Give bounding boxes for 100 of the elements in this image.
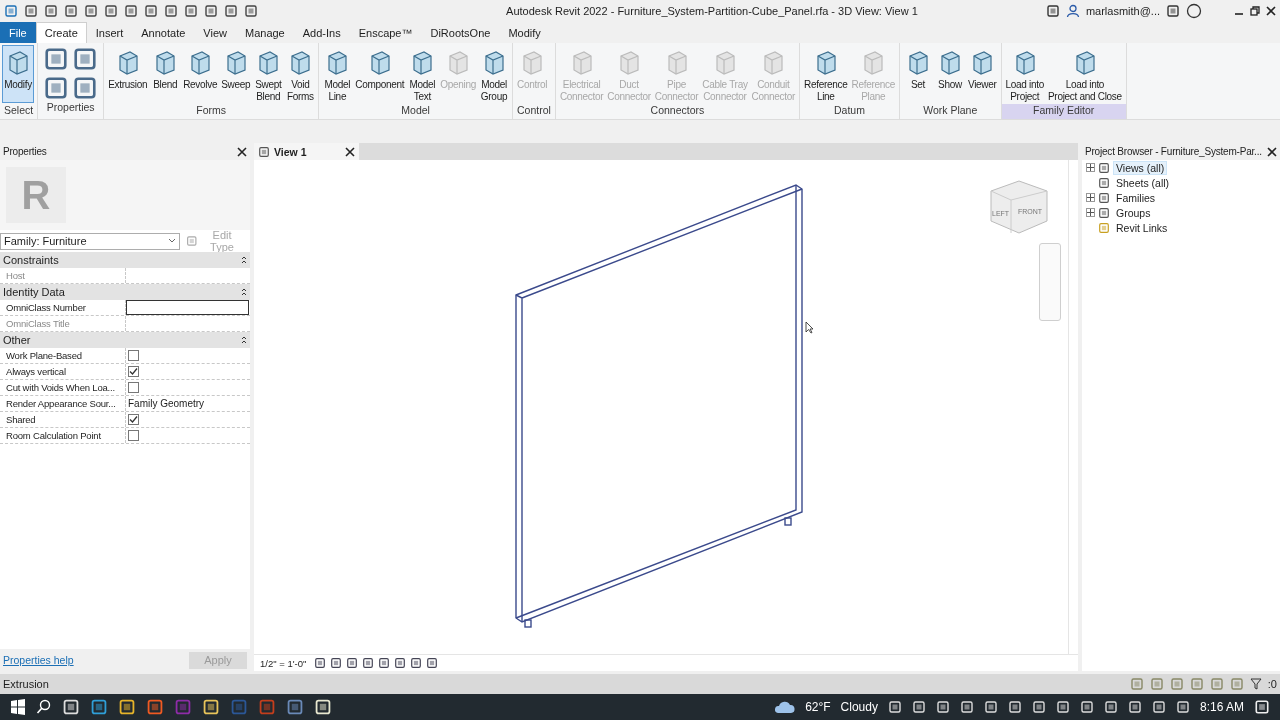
ribbon-button[interactable]: Load into Project and Close <box>1046 45 1124 103</box>
view-control-icon[interactable] <box>426 657 439 669</box>
view-control-icon[interactable] <box>346 657 359 669</box>
toolbar-icon[interactable] <box>124 4 138 18</box>
view-control-icon[interactable] <box>362 657 375 669</box>
tree-item[interactable]: Groups <box>1113 205 1154 220</box>
expand-icon[interactable] <box>1086 193 1095 202</box>
ribbon-button[interactable]: Modify <box>2 45 34 103</box>
checkbox[interactable] <box>128 414 139 425</box>
tray-icon[interactable] <box>911 700 926 714</box>
ribbon-tab[interactable]: Create <box>35 22 87 43</box>
taskbar-app-icon[interactable] <box>90 698 108 716</box>
view-control-icon[interactable] <box>330 657 343 669</box>
ribbon-tab[interactable]: DiRootsOne <box>421 22 500 43</box>
ribbon-button[interactable]: Model Group <box>478 45 510 103</box>
section-header[interactable]: Constraints <box>3 254 59 266</box>
close-icon[interactable] <box>237 146 247 157</box>
tray-icon[interactable] <box>935 700 950 714</box>
tray-icon[interactable] <box>1079 700 1094 714</box>
toolbar-icon[interactable] <box>144 4 158 18</box>
tree-item[interactable]: Sheets (all) <box>1113 175 1173 190</box>
collapse-icon[interactable] <box>241 336 247 344</box>
view-control-icon[interactable] <box>378 657 391 669</box>
windows-icon[interactable] <box>10 699 26 715</box>
view-control-icon[interactable] <box>410 657 423 669</box>
tray-icon[interactable] <box>1103 700 1118 714</box>
ribbon-tab[interactable]: Enscape™ <box>349 22 422 43</box>
tree-item[interactable]: Families <box>1113 190 1159 205</box>
tray-icon[interactable] <box>1151 700 1166 714</box>
ribbon-button[interactable]: Show <box>933 45 966 103</box>
checkbox[interactable] <box>128 382 139 393</box>
tray-icon[interactable] <box>887 700 902 714</box>
toolbar-icon[interactable] <box>72 46 99 72</box>
app-icon[interactable] <box>4 4 18 18</box>
ribbon-tab[interactable]: Add-Ins <box>293 22 350 43</box>
view-control-icon[interactable] <box>394 657 407 669</box>
close-icon[interactable] <box>1267 146 1277 157</box>
checkbox[interactable] <box>128 366 139 377</box>
ribbon-button[interactable]: Component <box>353 45 407 103</box>
toolbar-icon[interactable] <box>84 4 98 18</box>
tray-icon[interactable] <box>1175 700 1190 714</box>
section-header[interactable]: Identity Data <box>3 286 65 298</box>
ribbon-button[interactable]: Model Line <box>321 45 354 103</box>
toolbar-icon[interactable] <box>104 4 118 18</box>
tray-icon[interactable] <box>1127 700 1142 714</box>
tray-icon[interactable] <box>1031 700 1046 714</box>
ribbon-button[interactable]: Set <box>901 45 934 103</box>
toolbar-icon[interactable] <box>72 75 99 101</box>
tree-item[interactable]: Revit Links <box>1113 220 1171 235</box>
collapse-icon[interactable] <box>241 288 247 296</box>
ribbon-tab[interactable]: Annotate <box>132 22 195 43</box>
ribbon-button[interactable]: Void Forms <box>284 45 317 103</box>
ribbon-tab[interactable]: View <box>194 22 236 43</box>
scale-label[interactable]: 1/2" = 1'-0" <box>260 657 307 669</box>
checkbox[interactable] <box>128 350 139 361</box>
toolbar-icon[interactable] <box>43 75 70 101</box>
notification-icon[interactable] <box>1254 699 1270 715</box>
ribbon-tab[interactable]: File <box>0 22 36 43</box>
user-name[interactable]: marlasmith@... <box>1085 5 1160 17</box>
checkbox[interactable] <box>128 430 139 441</box>
help-link[interactable]: Properties help <box>3 654 74 666</box>
ribbon-tab[interactable]: Modify <box>499 22 550 43</box>
view-control-icon[interactable] <box>314 657 327 669</box>
ribbon-tab[interactable]: Insert <box>86 22 133 43</box>
view-tab[interactable]: View 1 <box>254 143 359 160</box>
clock[interactable]: 8:16 AM <box>1199 700 1244 714</box>
type-selector[interactable]: Family: Furniture <box>0 232 180 250</box>
toolbar-icon[interactable] <box>44 4 58 18</box>
input-field[interactable] <box>126 300 249 315</box>
help-icon[interactable] <box>1186 3 1202 19</box>
ribbon-button[interactable]: Sweep <box>219 45 253 103</box>
ribbon-button[interactable]: Load into Project <box>1003 45 1046 103</box>
tray-icon[interactable] <box>959 700 974 714</box>
toolbar-icon[interactable] <box>43 46 70 72</box>
toolbar-icon[interactable] <box>164 4 178 18</box>
toolbar-icon[interactable] <box>244 4 258 18</box>
user-icon[interactable] <box>1065 4 1080 18</box>
ribbon-button[interactable]: Model Text <box>406 45 439 103</box>
toolbar-icon[interactable] <box>24 4 38 18</box>
expand-icon[interactable] <box>1086 163 1095 172</box>
toolbar-icon[interactable] <box>224 4 238 18</box>
taskbar-app-icon[interactable] <box>118 698 136 716</box>
section-header[interactable]: Other <box>3 334 31 346</box>
filter-icon[interactable] <box>1249 678 1262 690</box>
tray-icon[interactable] <box>1007 700 1022 714</box>
tray-icon[interactable] <box>1055 700 1070 714</box>
close-icon[interactable] <box>1266 6 1276 16</box>
ribbon-button[interactable]: Reference Line <box>802 45 850 103</box>
collapse-icon[interactable] <box>241 256 247 264</box>
toolbar-icon[interactable] <box>204 4 218 18</box>
ribbon-button[interactable]: Swept Blend <box>252 45 285 103</box>
ribbon-button[interactable]: Viewer <box>965 45 999 103</box>
ribbon-button[interactable]: Blend <box>149 45 182 103</box>
toolbar-icon[interactable] <box>184 4 198 18</box>
search-icon[interactable] <box>36 699 52 715</box>
ribbon-tab[interactable]: Manage <box>236 22 294 43</box>
ribbon-button[interactable]: Extrusion <box>106 45 150 103</box>
tree-item[interactable]: Views (all) <box>1113 160 1168 175</box>
restore-icon[interactable] <box>1250 6 1260 16</box>
expand-icon[interactable] <box>1086 208 1095 217</box>
